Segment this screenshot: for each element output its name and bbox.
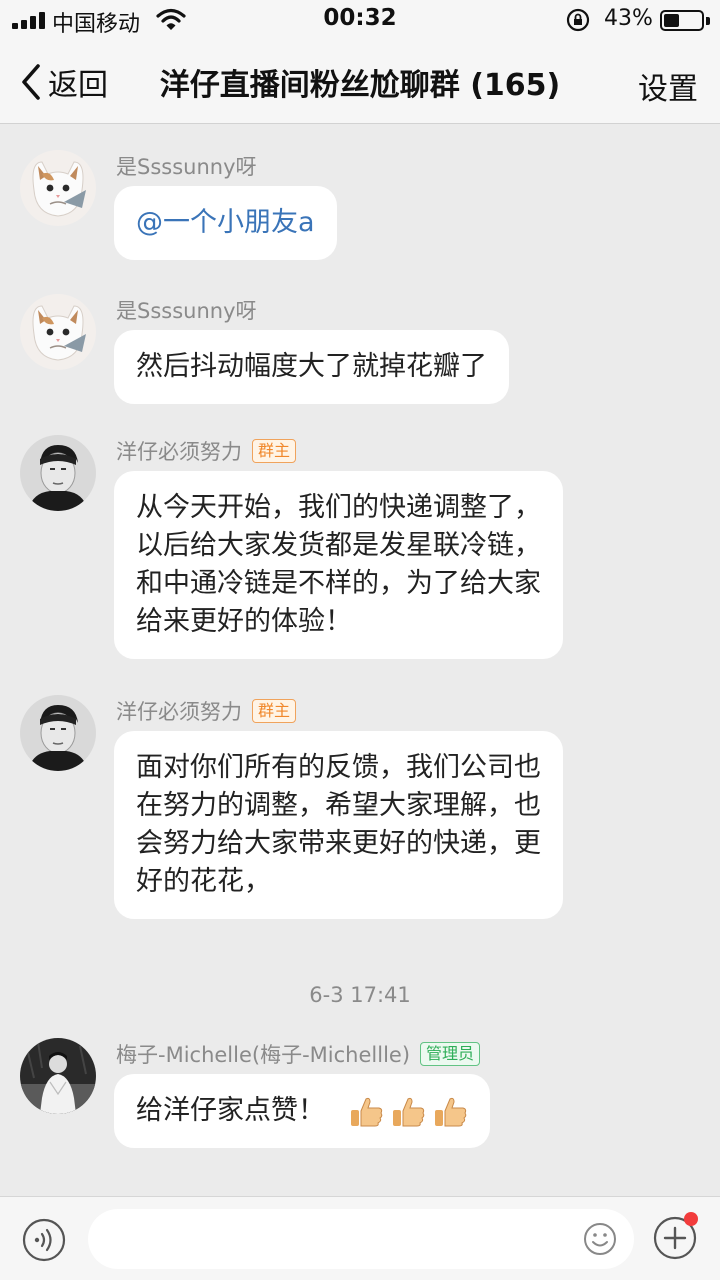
owner-badge: 群主	[252, 439, 297, 463]
settings-button[interactable]: 设置	[638, 64, 698, 108]
sender-name: 梅子-Michelle(梅子-Michellle)	[116, 1043, 411, 1067]
battery-tip	[706, 17, 710, 25]
emoji-button[interactable]	[583, 1222, 617, 1260]
message-line: 会努力给大家带来更好的快递，更	[136, 828, 541, 859]
message-bubble[interactable]: 从今天开始，我们的快递调整了， 以后给大家发货都是发星联冷链， 和中通冷链是不样…	[114, 471, 563, 659]
message-text: 然后抖动幅度大了就掉花瓣了	[136, 351, 487, 382]
voice-icon	[22, 1218, 66, 1262]
thumbs-up-icon	[350, 1097, 382, 1126]
voice-button[interactable]	[22, 1218, 66, 1266]
status-bar: 中国移动 00:32 43%	[0, 0, 720, 40]
admin-badge: 管理员	[420, 1042, 481, 1066]
chat-list[interactable]: 是Ssssunny呀 @一个小朋友a 是Ssssunny呀 然后抖动幅度大了就掉…	[0, 125, 720, 1195]
sender-row: 梅子-Michelle(梅子-Michellle) 管理员	[116, 1040, 481, 1068]
sender-row: 是Ssssunny呀	[116, 296, 257, 324]
message-bubble[interactable]: 面对你们所有的反馈，我们公司也 在努力的调整，希望大家理解，也 会努力给大家带来…	[114, 731, 563, 919]
battery-percent: 43%	[604, 6, 653, 31]
orientation-lock-icon	[566, 8, 590, 32]
sender-name: 是Ssssunny呀	[116, 155, 257, 179]
timestamp: 6-3 17:41	[309, 983, 411, 1007]
message-line: 好的花花，	[136, 866, 271, 897]
owner-badge: 群主	[252, 699, 297, 723]
thumbs-up-icon	[434, 1097, 466, 1126]
message-bubble[interactable]: 给洋仔家点赞！	[114, 1074, 490, 1148]
thumbs-up-icon	[392, 1097, 424, 1126]
man-avatar[interactable]	[20, 695, 96, 771]
battery-level	[664, 14, 680, 27]
emoji-row	[348, 1095, 468, 1129]
battery-icon	[660, 10, 704, 31]
cat-avatar[interactable]	[20, 150, 96, 226]
sender-row: 洋仔必须努力 群主	[116, 437, 297, 465]
message-line: 和中通冷链是不样的，为了给大家	[136, 568, 541, 599]
sender-row: 是Ssssunny呀	[116, 152, 257, 180]
cat-avatar[interactable]	[20, 294, 96, 370]
sender-name: 洋仔必须努力	[116, 700, 242, 724]
woman-avatar[interactable]	[20, 1038, 96, 1114]
message-line: 在努力的调整，希望大家理解，也	[136, 790, 541, 821]
sender-row: 洋仔必须努力 群主	[116, 697, 297, 725]
message-line: 给来更好的体验！	[136, 606, 352, 637]
nav-bar: 返回 洋仔直播间粉丝尬聊群 (165) 设置	[0, 40, 720, 124]
notification-dot	[684, 1212, 698, 1226]
page-title: 洋仔直播间粉丝尬聊群 (165)	[159, 68, 561, 103]
man-avatar[interactable]	[20, 435, 96, 511]
message-bubble[interactable]: 然后抖动幅度大了就掉花瓣了	[114, 330, 509, 404]
message-line: 以后给大家发货都是发星联冷链，	[136, 530, 541, 561]
message-line: 面对你们所有的反馈，我们公司也	[136, 752, 541, 783]
message-input[interactable]	[88, 1209, 634, 1269]
message-text: 给洋仔家点赞！	[136, 1095, 325, 1126]
sender-name: 是Ssssunny呀	[116, 299, 257, 323]
emoji-icon	[584, 1223, 616, 1255]
input-bar	[0, 1196, 720, 1280]
mention-link[interactable]: @一个小朋友a	[136, 207, 315, 238]
message-line: 从今天开始，我们的快递调整了，	[136, 492, 541, 523]
message-bubble[interactable]: @一个小朋友a	[114, 186, 337, 260]
sender-name: 洋仔必须努力	[116, 440, 242, 464]
